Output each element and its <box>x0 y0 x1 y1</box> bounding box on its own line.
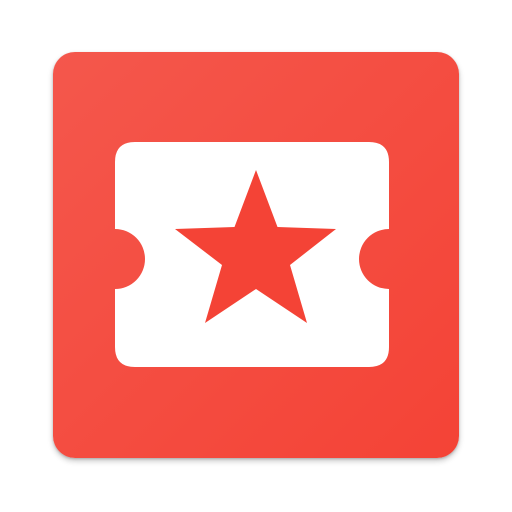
ticket-star-icon <box>53 52 459 458</box>
app-icon[interactable] <box>53 52 459 458</box>
icon-canvas <box>0 0 512 512</box>
